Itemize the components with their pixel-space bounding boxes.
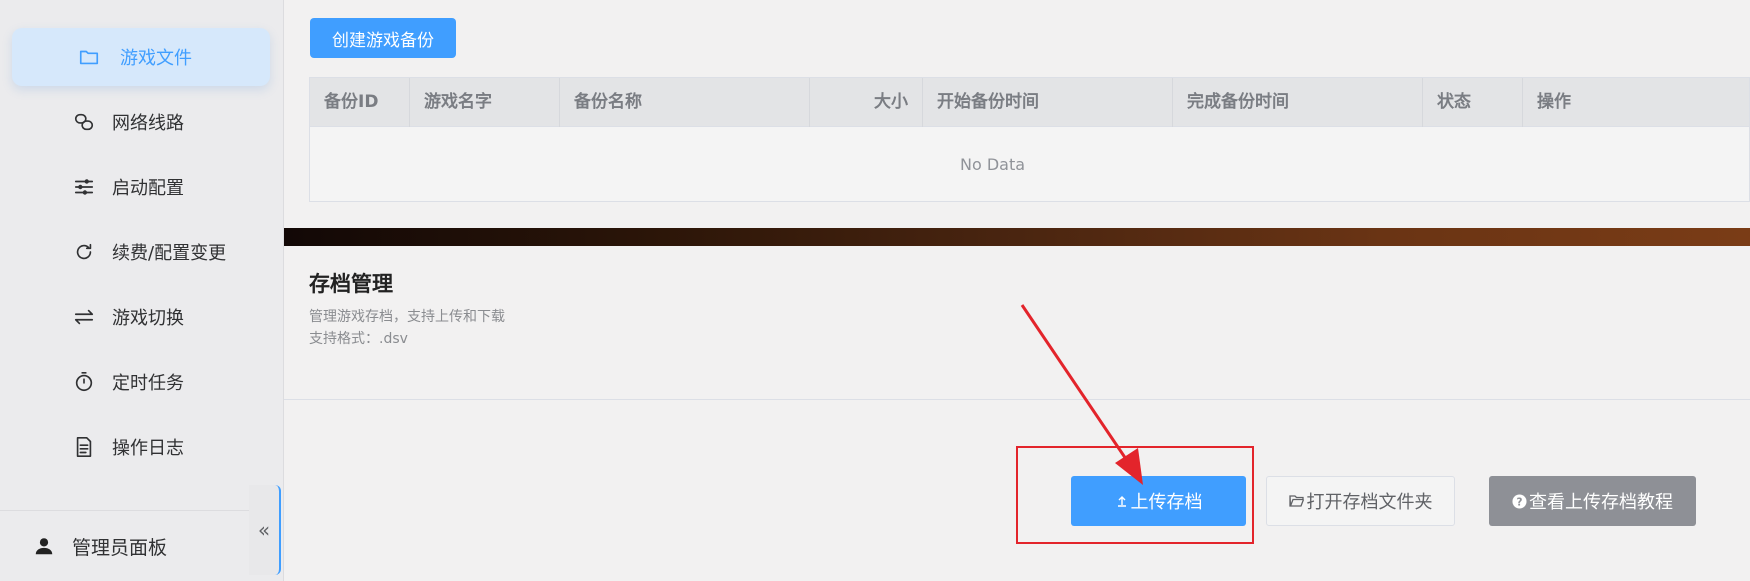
- supported-format-text: 支持格式：.dsv: [309, 331, 408, 347]
- sliders-icon: [73, 176, 95, 198]
- column-header[interactable]: 备份ID: [310, 78, 410, 127]
- sidebar-item-game-switch[interactable]: 游戏切换: [0, 289, 284, 345]
- decorative-banner: [284, 228, 1750, 246]
- sidebar-item-partial[interactable]: [0, 0, 284, 8]
- sidebar-item-label: 定时任务: [112, 373, 184, 394]
- backup-card: 创建游戏备份 备份ID 游戏名字 备份名称 大小 开始备份时间 完成备份时间 状…: [284, 0, 1750, 228]
- switch-icon: [73, 306, 95, 328]
- stopwatch-icon: [73, 371, 95, 393]
- sidebar-item-label: 续费/配置变更: [112, 243, 227, 264]
- create-backup-button[interactable]: 创建游戏备份: [310, 18, 456, 58]
- sidebar-item-label: 游戏切换: [112, 308, 184, 329]
- document-icon: [73, 436, 95, 458]
- table-header: 备份ID 游戏名字 备份名称 大小 开始备份时间 完成备份时间 状态 操作: [310, 78, 1749, 127]
- sidebar-item-launch-config[interactable]: 启动配置: [0, 159, 284, 215]
- empty-state-text: No Data: [960, 155, 1026, 174]
- folder-icon: [78, 46, 100, 68]
- open-save-folder-button[interactable]: 打开存档文件夹: [1266, 476, 1455, 526]
- column-header[interactable]: 备份名称: [560, 78, 810, 127]
- column-header[interactable]: 操作: [1523, 78, 1750, 127]
- column-header[interactable]: 完成备份时间: [1173, 78, 1423, 127]
- sidebar-item-label: 游戏文件: [120, 48, 192, 69]
- user-icon: [33, 535, 55, 557]
- upload-tutorial-label: 查看上传存档教程: [1529, 492, 1673, 513]
- admin-panel-label: 管理员面板: [72, 536, 168, 559]
- sidebar-item-label: 启动配置: [112, 178, 184, 199]
- divider: [284, 399, 1750, 400]
- open-save-folder-label: 打开存档文件夹: [1306, 492, 1433, 513]
- double-chevron-left-icon: «: [257, 518, 271, 542]
- folder-open-icon: [1288, 494, 1305, 508]
- column-header[interactable]: 大小: [810, 78, 923, 127]
- annotation-highlight-box: [1016, 446, 1254, 544]
- column-header[interactable]: 游戏名字: [410, 78, 560, 127]
- section-title: 存档管理: [309, 272, 393, 296]
- upload-tutorial-button[interactable]: ? 查看上传存档教程: [1489, 476, 1696, 526]
- sidebar-item-network[interactable]: 网络线路: [0, 94, 284, 150]
- sidebar-item-scheduled-tasks[interactable]: 定时任务: [0, 354, 284, 410]
- column-header[interactable]: 状态: [1423, 78, 1523, 127]
- sidebar-item-renew[interactable]: 续费/配置变更: [0, 224, 284, 280]
- sidebar: 游戏文件 网络线路 启动配置 续费/配置变更 游戏切换 定时任务 操作日志 管理…: [0, 0, 284, 581]
- sidebar-item-game-files[interactable]: 游戏文件: [12, 28, 270, 86]
- backup-table: 备份ID 游戏名字 备份名称 大小 开始备份时间 完成备份时间 状态 操作 No…: [309, 77, 1750, 202]
- question-circle-icon: ?: [1512, 493, 1527, 509]
- collapse-sidebar-button[interactable]: «: [249, 485, 281, 575]
- column-header[interactable]: 开始备份时间: [923, 78, 1173, 127]
- link-icon: [73, 111, 95, 133]
- sidebar-item-label: 网络线路: [112, 113, 184, 134]
- svg-text:?: ?: [1517, 496, 1523, 508]
- save-management-card: 存档管理 管理游戏存档，支持上传和下载 支持格式：.dsv 上传存档 打开存档文…: [284, 246, 1750, 581]
- sidebar-item-operation-log[interactable]: 操作日志: [0, 419, 284, 475]
- section-description: 管理游戏存档，支持上传和下载: [309, 309, 505, 325]
- sidebar-item-label: 操作日志: [112, 438, 184, 459]
- main-content: 创建游戏备份 备份ID 游戏名字 备份名称 大小 开始备份时间 完成备份时间 状…: [284, 0, 1750, 581]
- admin-panel-link[interactable]: 管理员面板: [0, 510, 250, 581]
- refresh-icon: [73, 241, 95, 263]
